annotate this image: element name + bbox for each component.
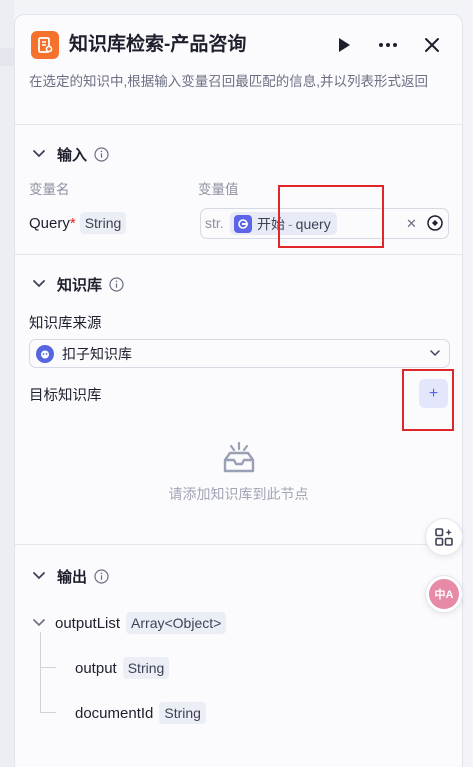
app-grid-icon <box>435 528 453 546</box>
kb-target-label: 目标知识库 <box>29 388 102 404</box>
chevron-down-icon <box>430 350 440 357</box>
var-type-tag: String <box>79 212 127 234</box>
empty-inbox-icon <box>223 441 255 473</box>
output-child-type: String <box>159 702 206 724</box>
knowledge-node-icon <box>31 31 59 59</box>
column-header-value: 变量值 <box>198 182 239 197</box>
var-name: Query <box>29 214 70 232</box>
output-child-type: String <box>122 657 170 679</box>
output-child-row: documentId String <box>75 702 206 724</box>
node-title[interactable]: 知识库检索-产品咨询 <box>69 31 246 59</box>
output-section: 输出 <box>15 545 462 767</box>
input-var-row: Query * String <box>29 212 127 234</box>
variable-target-icon[interactable] <box>426 214 444 232</box>
input-section-title: 输入 <box>57 146 88 164</box>
info-icon[interactable] <box>93 568 109 584</box>
highlight-box <box>278 185 384 248</box>
output-root-row: outputList Array<Object> <box>33 612 227 634</box>
coze-kb-icon <box>36 344 54 363</box>
chevron-down-icon[interactable] <box>33 619 45 627</box>
required-mark: * <box>69 214 76 232</box>
value-type-prefix: str. <box>205 215 224 231</box>
kb-source-select[interactable]: 扣子知识库 <box>29 339 450 368</box>
kb-source-label: 知识库来源 <box>29 316 102 332</box>
output-child-name: output <box>75 659 117 677</box>
tree-connector <box>40 667 56 668</box>
info-icon[interactable] <box>108 276 124 292</box>
chevron-down-icon[interactable] <box>31 276 47 292</box>
app-grid-button[interactable] <box>425 518 463 556</box>
output-root-name: outputList <box>55 614 121 632</box>
output-child-row: output String <box>75 657 170 679</box>
output-section-title: 输出 <box>57 568 88 586</box>
translate-button[interactable]: 中A <box>425 575 463 613</box>
node-description[interactable]: 在选定的知识中,根据输入变量召回最匹配的信息,并以列表形式返回 <box>29 71 454 92</box>
info-icon[interactable] <box>93 146 109 162</box>
start-node-icon <box>234 214 252 233</box>
kb-section-title: 知识库 <box>57 276 103 294</box>
output-child-name: documentId <box>75 704 154 722</box>
tree-connector <box>40 712 56 713</box>
clear-icon[interactable]: ✕ <box>406 216 417 232</box>
output-root-type: Array<Object> <box>126 612 227 634</box>
highlight-box <box>402 369 454 431</box>
close-icon[interactable] <box>420 33 444 57</box>
canvas-background <box>0 0 14 767</box>
more-icon[interactable] <box>376 33 400 57</box>
kb-empty-text: 请添加知识库到此节点 <box>168 486 309 502</box>
chevron-down-icon[interactable] <box>31 568 47 584</box>
translate-icon: 中A <box>429 579 459 609</box>
kb-source-value: 扣子知识库 <box>62 345 132 362</box>
panel-header: 知识库检索-产品咨询 在选定的知识中,根据输入变量召回最匹配的信息,并以列表形式… <box>15 15 462 125</box>
chevron-down-icon[interactable] <box>31 146 47 162</box>
tree-connector <box>40 632 41 712</box>
run-icon[interactable] <box>332 33 356 57</box>
column-header-name: 变量名 <box>29 182 70 197</box>
